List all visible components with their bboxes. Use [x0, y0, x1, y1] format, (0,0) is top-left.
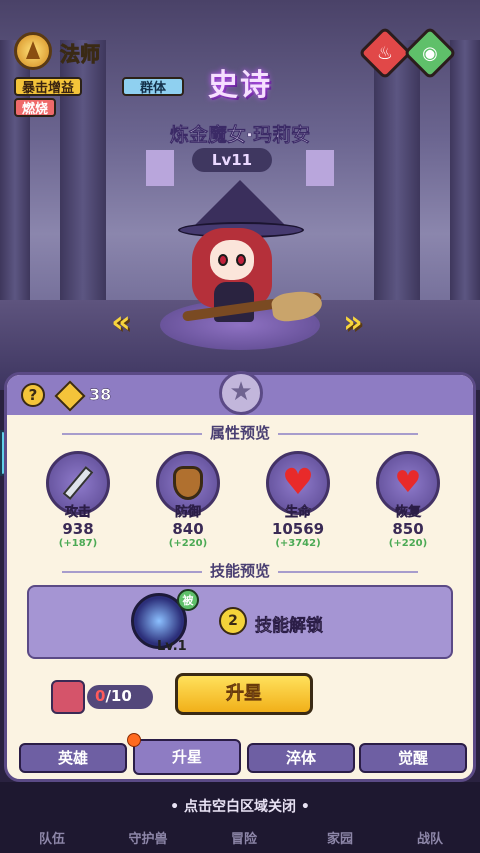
hero-panel: ? 38 ★ 属性预览 攻击 938 (+187) 防御 840 (+220) … [4, 371, 476, 782]
nav-guardian[interactable]: 守护兽 [118, 828, 178, 847]
rarity-label: 史诗 [208, 68, 272, 103]
close-hint[interactable]: • 点击空白区域关闭 • [0, 796, 480, 816]
stat-recover: ♥ 恢复 850 (+220) [373, 451, 443, 549]
hero-face [210, 240, 254, 280]
bottom-nav: • 点击空白区域关闭 • 队伍 守护兽 冒险 家园 战队 [0, 782, 480, 853]
skill-section-title: 技能预览 [7, 560, 473, 581]
hero-eye [218, 254, 228, 266]
hero-shard-icon [51, 680, 85, 714]
skill-level: Lv.1 [157, 639, 187, 654]
skill-unlock-text: 技能解锁 [255, 616, 324, 637]
hero-eye [236, 254, 246, 266]
star-icon: ★ [219, 371, 263, 415]
attr-section-title: 属性预览 [7, 422, 473, 443]
shard-count: 0/10 [95, 687, 132, 705]
power-value: 38 [89, 385, 112, 404]
nav-adventure[interactable]: 冒险 [214, 828, 274, 847]
hero-name: 炼金魔女·玛莉安 [169, 124, 311, 147]
notification-dot [127, 733, 141, 747]
prev-hero-arrow-icon[interactable]: « [104, 306, 138, 340]
stat-hp: ♥ 生命 10569 (+3742) [263, 451, 333, 549]
tab-temper[interactable]: 淬体 [247, 743, 355, 773]
tab-awaken[interactable]: 觉醒 [359, 743, 467, 773]
panel-tabs: 英雄 升星 淬体 觉醒 [19, 733, 467, 775]
stat-attack: 攻击 938 (+187) [43, 451, 113, 549]
nav-team[interactable]: 队伍 [22, 828, 82, 847]
help-icon[interactable]: ? [21, 383, 45, 407]
banner [146, 150, 174, 186]
stat-defense: 防御 840 (+220) [153, 451, 223, 549]
tab-hero[interactable]: 英雄 [19, 743, 127, 773]
hero-scene[interactable]: 法师 暴击增益 群体 燃烧 ♨ ◉ 史诗 炼金魔女·玛莉安 Lv11 « » [0, 0, 480, 390]
next-hero-arrow-icon[interactable]: » [336, 306, 370, 340]
hero-level: Lv11 [192, 148, 272, 172]
banner [306, 150, 334, 186]
nav-guild[interactable]: 战队 [400, 828, 460, 847]
unlock-star-icon: 2 [219, 607, 247, 635]
nav-home[interactable]: 家园 [310, 828, 370, 847]
star-up-button[interactable]: 升星 [175, 673, 313, 715]
tab-star-up[interactable]: 升星 [133, 739, 241, 775]
passive-badge: 被 [177, 589, 199, 611]
